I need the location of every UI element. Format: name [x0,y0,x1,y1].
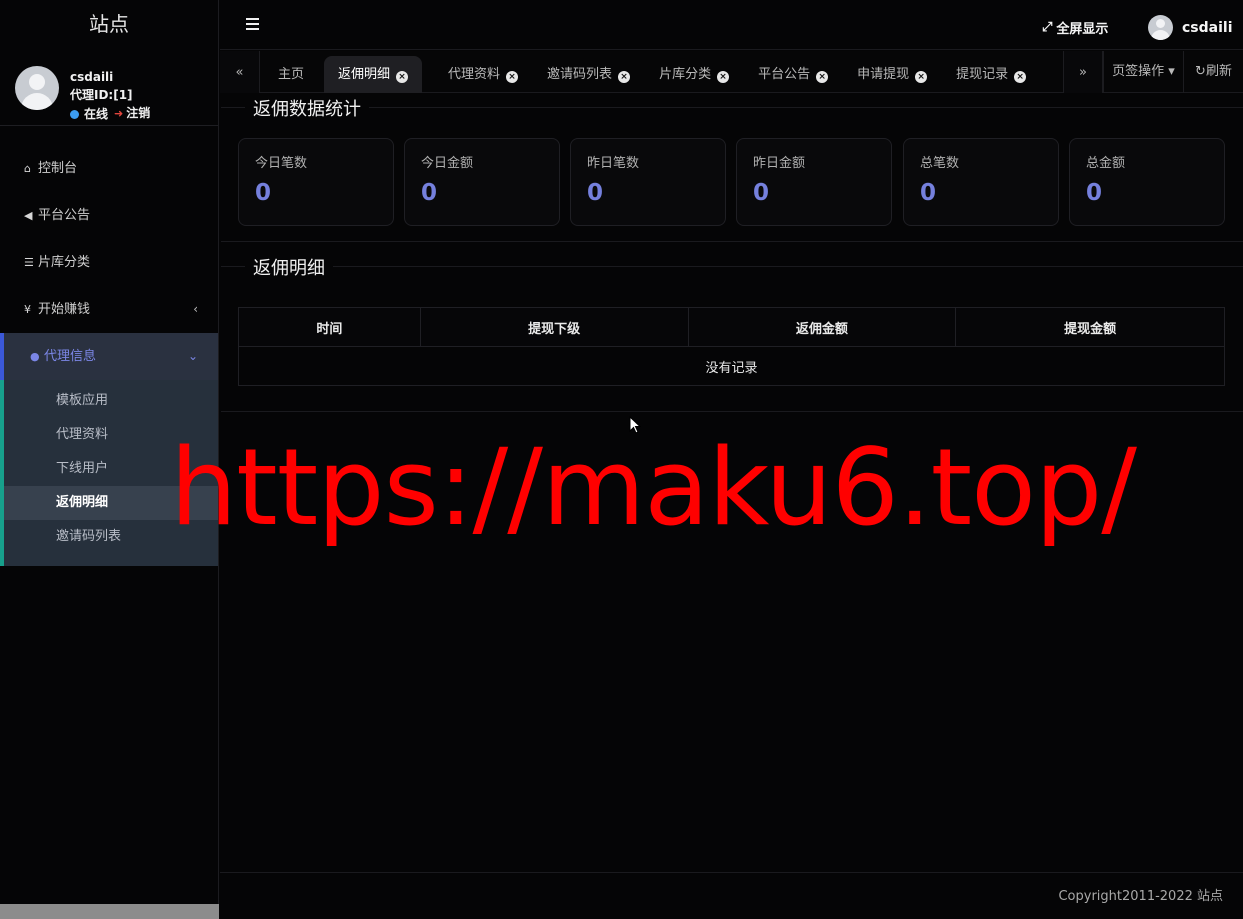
stat-label: 总金额 [1086,156,1126,171]
list-icon: ☰ [24,256,34,269]
fullscreen-button[interactable]: ⤢ 全屏显示 [1042,18,1108,37]
close-icon[interactable]: × [396,71,409,83]
sidebar-item-agent-info[interactable]: ● 代理信息 ⌄ [0,333,218,380]
expand-icon: ⤢ [1042,20,1053,35]
sidebar-item-earn-money[interactable]: ¥ 开始赚钱 ‹ [0,286,218,333]
site-title: 站点 [89,12,129,36]
stat-card: 今日笔数 0 [238,138,394,226]
tab-withdraw-records[interactable]: 提现记录 × [938,56,1037,93]
sidebar-item-categories[interactable]: ☰ 片库分类 [0,239,218,286]
stat-label: 今日笔数 [255,156,308,171]
commission-table: 时间 提现下级 返佣金额 提现金额 没有记录 [238,307,1225,386]
agent-id: 代理ID:[1] [70,88,133,102]
footer: Copyright2011-2022 站点 [220,872,1243,919]
tab-home[interactable]: 主页 [260,56,324,93]
stat-label: 总笔数 [920,156,960,171]
sign-out-icon: ➜ [114,107,124,120]
refresh-button[interactable]: ↻刷新 [1183,51,1243,93]
sidebar-subitem-templates[interactable]: 模板应用 [4,384,218,418]
stat-label: 今日金额 [421,156,474,171]
column-header-withdraw-amount[interactable]: 提现金额 [955,307,1225,347]
agent-info-submenu: 模板应用 代理资料 下线用户 返佣明细 邀请码列表 [0,380,218,566]
close-icon[interactable]: × [915,71,928,83]
user-icon: ● [30,350,40,363]
sidebar-item-announcements[interactable]: ◀ 平台公告 [0,192,218,239]
sidebar-subitem-downline-users[interactable]: 下线用户 [4,452,218,486]
user-name: csdaili [70,70,114,84]
tab-commission-details[interactable]: 返佣明细 × [324,56,423,93]
stat-value: 0 [1086,180,1103,206]
stat-card: 今日金额 0 [404,138,560,226]
close-icon[interactable]: × [1014,71,1027,83]
avatar [1148,15,1173,40]
tab-apply-withdraw[interactable]: 申请提现 × [839,56,938,93]
sidebar-menu: ⌂ 控制台 ◀ 平台公告 ☰ 片库分类 ¥ 开始赚钱 ‹ ● 代理信息 ⌄ [0,145,218,380]
online-status: 在线 [70,105,108,123]
stat-value: 0 [587,180,604,206]
menu-toggle-icon[interactable] [246,18,259,30]
tabs-bar: « 主页 返佣明细 × 代理资料 × 邀请码列表 × 片库分类 × 平台公告 × 申请提现… [220,51,1243,93]
chevron-left-icon: ‹ [193,302,198,316]
chevron-down-icon: ⌄ [187,349,198,363]
tabs-scroll-right-button[interactable]: » [1063,51,1103,93]
stat-label: 昨日笔数 [587,156,640,171]
tabs-scroll-left-button[interactable]: « [220,51,260,93]
main-content: 返佣数据统计 今日笔数 0 今日金额 0 昨日笔数 0 昨日金额 0 总笔数 0… [221,93,1243,873]
panel-title: 返佣明细 [245,254,333,280]
panel-title: 返佣数据统计 [245,95,369,121]
stat-card: 昨日金额 0 [736,138,892,226]
column-header-commission-amount[interactable]: 返佣金额 [687,307,957,347]
commission-stats-panel: 返佣数据统计 今日笔数 0 今日金额 0 昨日笔数 0 昨日金额 0 总笔数 0… [221,95,1243,242]
table-header-row: 时间 提现下级 返佣金额 提现金额 [238,307,1225,347]
stat-label: 昨日金额 [753,156,806,171]
close-icon[interactable]: × [816,71,829,83]
column-header-time[interactable]: 时间 [238,307,421,347]
column-header-downline[interactable]: 提现下级 [419,307,689,347]
tab-invite-codes[interactable]: 邀请码列表 × [529,56,641,93]
avatar [15,66,59,110]
user-info: csdaili 代理ID:[1] 在线 ➜ 注销 [70,68,150,123]
stat-card: 昨日笔数 0 [570,138,726,226]
sidebar-subitem-invite-codes[interactable]: 邀请码列表 [4,520,218,554]
online-dot-icon [70,109,79,119]
top-header: ⤢ 全屏显示 csdaili [220,0,1243,50]
close-icon[interactable]: × [506,71,519,83]
tabs-list: 主页 返佣明细 × 代理资料 × 邀请码列表 × 片库分类 × 平台公告 × 申请提现 × … [260,51,1063,93]
tab-agent-profile[interactable]: 代理资料 × [430,56,529,93]
empty-state-text: 没有记录 [238,346,1225,386]
tab-announcements[interactable]: 平台公告 × [740,56,839,93]
refresh-icon: ↻ [1195,64,1206,79]
caret-down-icon: ▾ [1164,64,1175,79]
user-menu[interactable]: csdaili [1148,15,1233,40]
tab-categories[interactable]: 片库分类 × [641,56,740,93]
stat-card: 总金额 0 [1069,138,1225,226]
header-username: csdaili [1182,19,1233,36]
copyright-text: Copyright2011-2022 站点 [1058,889,1223,904]
bullhorn-icon: ◀ [24,209,33,222]
double-chevron-left-icon: « [235,64,244,80]
commission-detail-panel: 返佣明细 时间 提现下级 返佣金额 提现金额 没有记录 [221,254,1243,412]
close-icon[interactable]: × [717,71,730,83]
sidebar-scrollbar[interactable] [0,904,219,919]
yen-icon: ¥ [24,303,31,316]
stat-card: 总笔数 0 [903,138,1059,226]
logout-link[interactable]: ➜ 注销 [114,104,150,123]
stat-value: 0 [753,180,770,206]
home-icon: ⌂ [24,162,31,175]
stat-value: 0 [421,180,438,206]
sidebar: 站点 csdaili 代理ID:[1] 在线 ➜ 注销 ⌂ 控制台 ◀ 平台公告 ☰ 片… [0,0,219,919]
double-chevron-right-icon: » [1079,64,1087,80]
user-panel: csdaili 代理ID:[1] 在线 ➜ 注销 [0,50,218,126]
sidebar-subitem-agent-profile[interactable]: 代理资料 [4,418,218,452]
table-row: 没有记录 [238,346,1225,386]
sidebar-item-dashboard[interactable]: ⌂ 控制台 [0,145,218,192]
mouse-cursor-icon [629,416,641,434]
sidebar-subitem-commission-details[interactable]: 返佣明细 [4,486,218,520]
stat-value: 0 [920,180,937,206]
stat-value: 0 [255,180,272,206]
close-icon[interactable]: × [618,71,631,83]
tab-operations-dropdown[interactable]: 页签操作 ▾ [1103,51,1183,93]
